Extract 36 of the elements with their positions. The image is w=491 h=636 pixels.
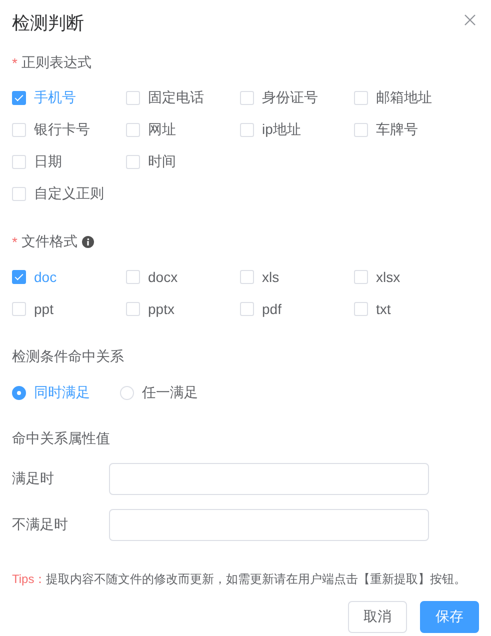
checkbox-label[interactable]: 固定电话 xyxy=(148,89,204,107)
checkbox-label[interactable]: xlsx xyxy=(376,269,400,285)
radio-button[interactable] xyxy=(12,386,26,400)
section-label: 命中关系属性值 xyxy=(12,430,110,448)
checkbox-label[interactable]: 网址 xyxy=(148,121,176,139)
cancel-button[interactable]: 取消 xyxy=(348,601,407,633)
checkbox-label[interactable]: 银行卡号 xyxy=(34,121,90,139)
checkbox-label[interactable]: ppt xyxy=(34,301,54,317)
checkbox-label[interactable]: 身份证号 xyxy=(262,89,318,107)
checkbox-label[interactable]: ip地址 xyxy=(262,121,301,139)
checkbox-label[interactable]: pptx xyxy=(148,301,174,317)
checkbox-label[interactable]: pdf xyxy=(262,301,282,317)
checkbox-label[interactable]: 自定义正则 xyxy=(34,185,104,203)
section-label: 文件格式 xyxy=(21,233,78,251)
section-label: 正则表达式 xyxy=(21,54,92,72)
required-mark: * xyxy=(12,234,18,250)
section-label: 检测条件命中关系 xyxy=(12,348,124,366)
required-mark: * xyxy=(12,55,18,71)
close-icon[interactable] xyxy=(464,14,476,26)
tips-text: Tips：提取内容不随文件的修改而更新，如需更新请在用户端点击【重新提取】按钮。 xyxy=(12,571,468,587)
checkbox-label[interactable]: xls xyxy=(262,269,280,285)
radio-label[interactable]: 任一满足 xyxy=(142,384,198,402)
input-field[interactable] xyxy=(109,463,429,495)
dialog-title: 检测判断 xyxy=(12,12,84,35)
checkbox-label[interactable]: docx xyxy=(148,269,178,285)
checkbox[interactable] xyxy=(12,270,26,284)
input-field[interactable] xyxy=(109,509,429,541)
field-label: 不满足时 xyxy=(12,516,69,534)
field-label: 满足时 xyxy=(12,470,55,488)
checkbox-label[interactable]: 时间 xyxy=(148,153,176,171)
info-icon[interactable] xyxy=(82,236,94,248)
checkbox-label[interactable]: 日期 xyxy=(34,153,62,171)
checkbox[interactable] xyxy=(12,91,26,105)
checkbox-label[interactable]: 车牌号 xyxy=(376,121,418,139)
checkbox-label[interactable]: 邮箱地址 xyxy=(376,89,432,107)
checkbox-label[interactable]: txt xyxy=(376,301,391,317)
